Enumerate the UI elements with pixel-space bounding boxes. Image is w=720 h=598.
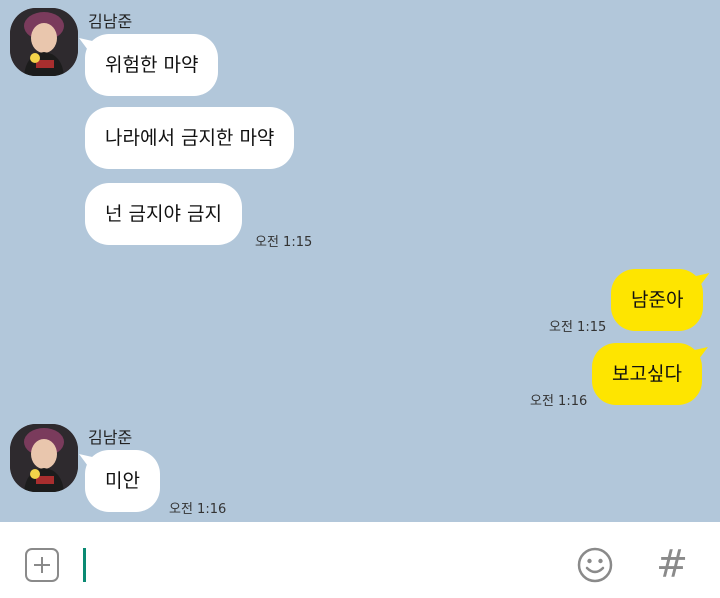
- my-message-bubble[interactable]: 남준아: [611, 269, 704, 331]
- message-time: 오전 1:15: [255, 235, 313, 250]
- chat-area[interactable]: 김남준 위험한 마약 나라에서 금지한 마약 넌 금지야 금지 오전 1:15 …: [0, 0, 720, 522]
- message-time: 오전 1:16: [169, 502, 227, 517]
- message-bubble[interactable]: 나라에서 금지한 마약: [85, 107, 295, 169]
- avatar-image: [10, 424, 78, 492]
- message-input[interactable]: [83, 548, 86, 582]
- message-time: 오전 1:15: [549, 320, 607, 335]
- plus-icon[interactable]: [25, 548, 59, 582]
- message-bubble[interactable]: 위험한 마약: [85, 34, 219, 96]
- message-bubble[interactable]: 미안: [85, 450, 160, 512]
- my-message-bubble[interactable]: 보고싶다: [592, 343, 702, 405]
- hash-icon[interactable]: #: [652, 540, 692, 588]
- message-bubble[interactable]: 넌 금지야 금지: [85, 183, 242, 245]
- emoji-icon[interactable]: [576, 546, 614, 584]
- sender-name: 김남준: [88, 12, 133, 31]
- message-time: 오전 1:16: [530, 394, 588, 409]
- sender-avatar[interactable]: [10, 424, 78, 492]
- avatar-image: [10, 8, 78, 76]
- sender-name: 김남준: [88, 428, 133, 447]
- sender-avatar[interactable]: [10, 8, 78, 76]
